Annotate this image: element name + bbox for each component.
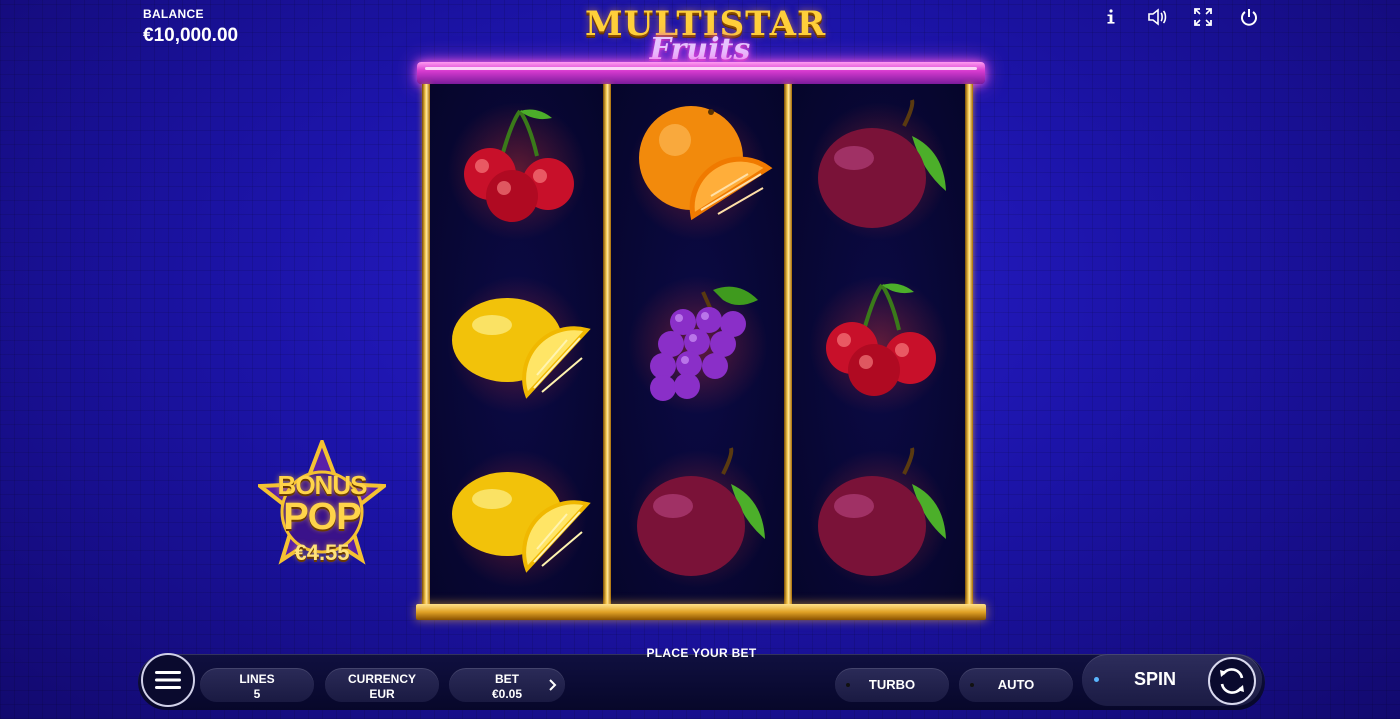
turbo-label: TURBO — [868, 677, 916, 692]
hamburger-icon — [155, 671, 181, 689]
lines-label: LINES — [239, 672, 275, 686]
symbol-lemon — [430, 258, 603, 432]
plum-icon — [636, 447, 765, 576]
neon-top-bar — [417, 62, 985, 84]
symbol-cherry — [430, 84, 603, 258]
auto-indicator — [970, 683, 974, 687]
balance-label: BALANCE — [143, 7, 204, 21]
menu-button[interactable] — [141, 653, 195, 707]
info-icon[interactable] — [1100, 6, 1122, 28]
lemon-icon — [451, 472, 591, 573]
control-bar: PLACE YOUR BET LINES 5 CURRENCY EUR BET … — [138, 646, 1265, 712]
grapes-icon — [649, 286, 758, 401]
symbol-plum — [611, 432, 784, 606]
top-toolbar — [1100, 6, 1260, 28]
refresh-icon — [1220, 668, 1244, 694]
plum-icon — [817, 447, 946, 576]
symbol-plum — [792, 432, 965, 606]
turbo-button[interactable]: TURBO — [835, 668, 949, 702]
currency-selector[interactable]: CURRENCY EUR — [325, 668, 439, 702]
bonus-line2: POP — [283, 496, 361, 538]
chevron-right-icon[interactable] — [547, 678, 559, 692]
plum-icon — [817, 99, 946, 228]
reel-post — [965, 84, 973, 606]
symbol-cherry — [792, 258, 965, 432]
reel-post — [603, 84, 611, 606]
turbo-indicator — [846, 683, 850, 687]
reels-frame — [422, 84, 978, 606]
reel-3 — [792, 84, 965, 606]
reel-post — [784, 84, 792, 606]
bet-selector[interactable]: BET €0.05 — [449, 668, 565, 702]
auto-button[interactable]: AUTO — [959, 668, 1073, 702]
spin-label: SPIN — [1134, 669, 1177, 689]
spin-circle-button[interactable] — [1208, 657, 1256, 705]
lines-selector[interactable]: LINES 5 — [200, 668, 314, 702]
lines-value: 5 — [253, 687, 261, 701]
balance-value: €10,000.00 — [143, 25, 239, 46]
auto-label: AUTO — [997, 677, 1035, 692]
symbol-plum — [792, 84, 965, 258]
symbol-orange — [611, 84, 784, 258]
lemon-icon — [451, 298, 591, 399]
orange-icon — [638, 106, 772, 221]
spin-indicator — [1094, 677, 1099, 682]
currency-label: CURRENCY — [347, 672, 416, 686]
currency-value: EUR — [369, 687, 395, 701]
reel-2 — [611, 84, 784, 606]
sound-icon[interactable] — [1146, 6, 1168, 28]
bonus-pop-badge: BONUS POP €4.55 — [258, 440, 386, 570]
spin-button[interactable]: SPIN — [1082, 654, 1262, 706]
symbol-lemon — [430, 432, 603, 606]
cherry-icon — [463, 109, 574, 222]
power-icon[interactable] — [1238, 6, 1260, 28]
bonus-amount: €4.55 — [294, 540, 350, 565]
fullscreen-icon[interactable] — [1192, 6, 1214, 28]
reels-base-bar — [416, 604, 986, 620]
reel-post — [422, 84, 430, 606]
reel-1 — [430, 84, 603, 606]
balance-display: BALANCE €10,000.00 — [143, 7, 238, 47]
symbol-grapes — [611, 258, 784, 432]
cherry-icon — [825, 283, 936, 396]
